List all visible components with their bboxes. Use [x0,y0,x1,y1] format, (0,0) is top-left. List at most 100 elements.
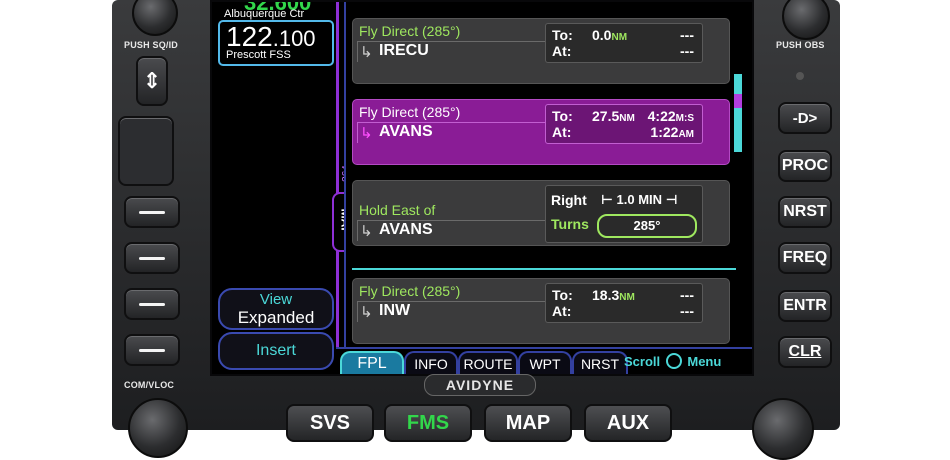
insert-cursor-line [352,268,736,270]
com-vloc-label: COM/VLOC [124,380,175,390]
freq-label: FREQ [782,249,828,266]
insert-label: Insert [255,342,296,359]
clr-label: CLR [788,343,822,360]
direct-to-button[interactable]: -D> [778,102,832,134]
to-distance-unit: NM [611,32,628,43]
mode-key-fms[interactable]: FMS [384,404,472,442]
to-distance: 0.0NM [592,27,627,43]
push-obs-label: PUSH OBS [776,40,825,50]
scrollbar[interactable] [734,74,742,152]
fms-knob[interactable] [752,398,814,460]
at-time: --- [680,43,694,59]
insert-button[interactable]: Insert [218,332,334,370]
leg-waypoint: INW [379,302,411,319]
mode-key-aux[interactable]: AUX [584,404,672,442]
to-distance: 27.5NM [592,108,635,124]
at-label: At: [552,303,572,319]
left-softkey-4[interactable] [124,334,180,366]
clr-button[interactable]: CLR [778,336,832,368]
leg-title: Hold East of [359,202,436,218]
nrst-label: NRST [783,203,827,220]
view-label: View [259,291,293,308]
to-distance: 18.3NM [592,287,635,303]
to-distance-unit: NM [619,292,635,303]
to-distance-value: 27.5 [592,108,620,124]
knob-icon [665,353,682,369]
expanded-label: Expanded [237,308,315,327]
to-time: --- [680,287,694,303]
dash-icon [139,348,165,352]
mode-key-map[interactable]: MAP [484,404,572,442]
sq-id-knob[interactable] [132,0,178,36]
at-label: At: [552,124,572,140]
hold-direction: Right [551,192,587,208]
leg-info-box: To: 18.3NM --- At: --- [545,283,703,323]
dash-icon [139,210,165,214]
flight-plan-leg[interactable]: Fly Direct (285°) ↳ INW To: 18.3NM --- A… [352,278,730,344]
scroll-label: Scroll [624,354,661,369]
flight-plan-leg-active[interactable]: Fly Direct (285°) ↳ AVANS To: 27.5NM 4:2… [352,99,730,165]
leg-waypoint: AVANS [379,123,433,140]
leg-waypoint: IRECU [379,42,429,59]
active-facility: Prescott FSS [226,49,291,61]
menu-label: Menu [687,354,722,369]
at-time: 1:22AM [650,124,694,140]
leg-arrow-icon: ↳ [360,125,373,142]
scroll-menu-hint: Scroll Menu [624,353,721,369]
scrollbar-thumb[interactable] [734,94,742,108]
active-frequency-mhz: 122 [226,21,273,52]
at-time-unit: AM [678,129,694,140]
to-label: To: [552,287,573,303]
flight-plan-leg[interactable]: Fly Direct (285°) ↳ IRECU To: 0.0NM --- … [352,18,730,84]
leg-title: Fly Direct (285°) [359,104,461,120]
to-distance-value: 18.3 [592,287,620,303]
display-screen: 32.600 Albuquerque Ctr 122.100 Prescott … [210,0,754,376]
tab-info[interactable]: INFO [404,351,458,374]
tab-route[interactable]: ROUTE [458,351,518,374]
mode-key-svs[interactable]: SVS [286,404,374,442]
to-distance-unit: NM [619,113,635,124]
up-down-rocker[interactable]: ⇕ [136,56,168,106]
view-expanded-button[interactable]: View Expanded [218,288,334,330]
entr-button[interactable]: ENTR [778,290,832,322]
leg-title: Fly Direct (285°) [359,283,461,299]
up-down-arrows-icon: ⇕ [142,68,162,93]
to-time: 4:22M:S [648,108,694,124]
to-distance-value: 0.0 [592,27,612,43]
to-time-value: 4:22 [647,108,676,124]
active-frequency-box[interactable]: 122.100 Prescott FSS [218,20,334,66]
flight-plan-list: Fly Direct (285°) ↳ IRECU To: 0.0NM --- … [344,2,752,347]
tab-fpl[interactable]: FPL [340,351,404,374]
freq-button[interactable]: FREQ [778,242,832,274]
left-softkey-1[interactable] [124,196,180,228]
avidyne-logo: AVIDYNE [424,374,536,396]
to-time-unit: M:S [675,113,694,124]
obs-knob[interactable] [782,0,830,40]
hold-distance-unit: MIN [638,192,663,207]
push-sq-id-label: PUSH SQ/ID [124,40,179,50]
at-time: --- [680,303,694,319]
left-softkey-3[interactable] [124,288,180,320]
leg-title: Fly Direct (285°) [359,23,461,39]
left-softkey-2[interactable] [124,242,180,274]
tab-wpt[interactable]: WPT [518,351,572,374]
at-label: At: [552,43,572,59]
proc-button[interactable]: PROC [778,150,832,182]
hold-distance-value: 1.0 [616,192,635,207]
to-time: --- [680,27,694,43]
leg-arrow-icon: ↳ [360,44,373,61]
to-label: To: [552,27,573,43]
hold-distance: ⊢ 1.0 MIN ⊣ [601,192,678,207]
com-vloc-knob[interactable] [128,398,188,458]
flight-plan-hold[interactable]: Hold East of ↳ AVANS Right ⊢ 1.0 MIN ⊣ T… [352,180,730,246]
blank-key[interactable] [118,116,174,186]
page-tabs: FPL INFO ROUTE WPT NRST Scroll Menu [336,347,752,374]
to-label: To: [552,108,573,124]
leg-arrow-icon: ↳ [360,223,373,240]
leg-waypoint: AVANS [379,221,433,238]
tab-nrst[interactable]: NRST [572,351,628,374]
status-indicator [796,72,804,80]
entr-label: ENTR [783,297,827,314]
nrst-button[interactable]: NRST [778,196,832,228]
leg-info-box: To: 27.5NM 4:22M:S At: 1:22AM [545,104,703,144]
